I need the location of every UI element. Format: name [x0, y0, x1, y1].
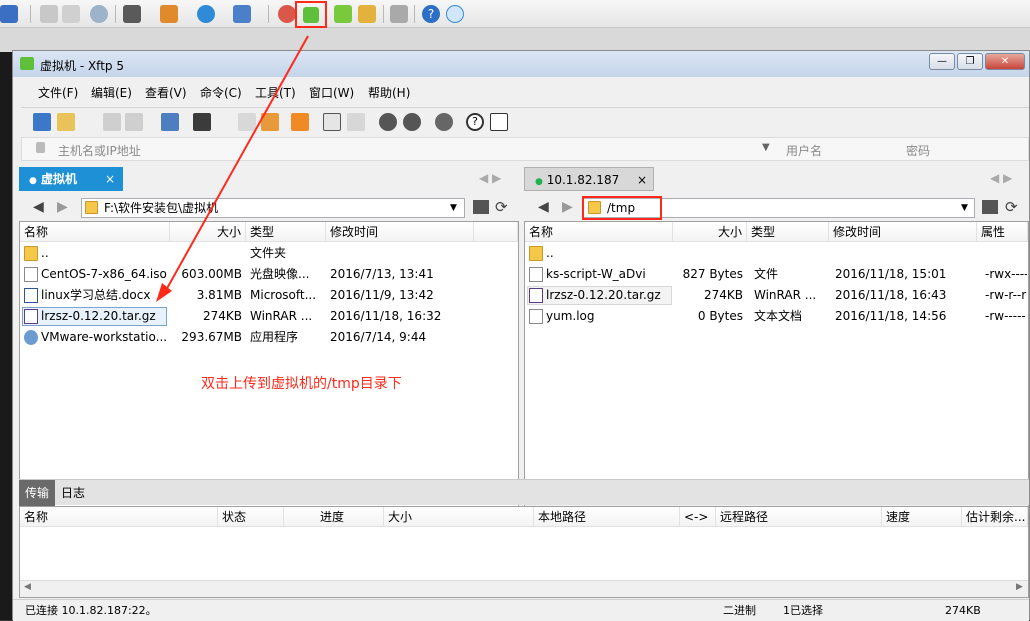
- annotation-arrow: [156, 35, 309, 302]
- arrow-line: [164, 35, 309, 293]
- arrow-head: [156, 283, 172, 302]
